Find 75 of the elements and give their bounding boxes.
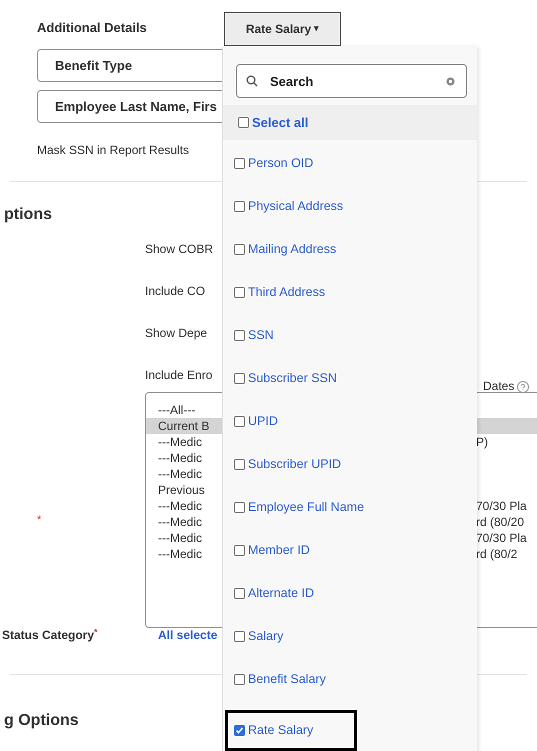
checkbox[interactable]: [234, 502, 245, 512]
option-row[interactable]: Benefit Salary: [225, 667, 357, 691]
option-label: Include CO: [145, 283, 206, 300]
link[interactable]: All selecte: [158, 626, 218, 644]
checkbox[interactable]: [234, 544, 245, 556]
checkbox[interactable]: [234, 725, 245, 736]
column-option[interactable]: SSN: [248, 326, 274, 344]
section-heading: g Options: [4, 711, 79, 731]
field-label: Mask SSN in Report Results: [37, 142, 190, 158]
checkbox[interactable]: [234, 588, 245, 598]
column-option[interactable]: Person OID: [248, 154, 314, 172]
option-row[interactable]: Third Address: [225, 280, 357, 304]
search-field[interactable]: Search: [236, 64, 467, 98]
checkbox[interactable]: [238, 117, 249, 128]
option-row[interactable]: Physical Address: [225, 194, 357, 218]
field-label: Dates: [483, 378, 514, 395]
search-icon: [246, 75, 258, 87]
option-row[interactable]: UPID: [225, 409, 357, 433]
list-option[interactable]: Current B: [158, 418, 222, 434]
column-option[interactable]: Employee Full Name: [248, 498, 364, 516]
list-option[interactable]: rd (80/2: [476, 546, 518, 562]
checkbox[interactable]: [234, 330, 245, 340]
option-row[interactable]: Mailing Address: [225, 237, 357, 261]
column-option[interactable]: Rate Salary: [248, 721, 314, 740]
checkbox[interactable]: [234, 286, 245, 298]
option-row[interactable]: Subscriber SSN: [225, 366, 357, 390]
option-row[interactable]: Rate Salary: [225, 710, 357, 751]
checkbox[interactable]: [234, 630, 245, 642]
help-icon[interactable]: [517, 380, 530, 392]
checkbox[interactable]: [234, 200, 245, 212]
checkbox[interactable]: [234, 372, 245, 384]
checkbox[interactable]: [234, 416, 245, 426]
section-label: Additional Details: [37, 19, 147, 37]
list-option[interactable]: ---Medic: [158, 514, 222, 530]
checkbox[interactable]: [234, 458, 245, 470]
list-option[interactable]: ---Medic: [158, 466, 222, 482]
option-label: Show COBR: [145, 241, 214, 258]
list-option[interactable]: ---Medic: [158, 498, 222, 514]
list-option[interactable]: ---Medic: [158, 546, 222, 562]
column-option[interactable]: UPID: [248, 412, 278, 430]
field-label: Status Category*: [2, 626, 99, 644]
list-option[interactable]: ---All---: [158, 402, 222, 418]
option-label: Include Enro: [145, 367, 212, 384]
column-option[interactable]: Member ID: [248, 540, 310, 560]
list-option[interactable]: P): [476, 434, 488, 450]
column-option[interactable]: Subscriber UPID: [248, 454, 342, 474]
dropdown-button[interactable]: Rate Salary ▾: [224, 12, 341, 46]
clear-icon[interactable]: [446, 77, 455, 86]
option-row[interactable]: SSN: [225, 323, 357, 347]
column-option[interactable]: Alternate ID: [248, 584, 314, 602]
list-option[interactable]: ---Medic: [158, 530, 222, 546]
caret-icon: ▾: [314, 22, 320, 36]
list-option[interactable]: Previous: [158, 482, 222, 498]
column-option[interactable]: Physical Address: [248, 196, 344, 216]
list-option[interactable]: ---Medic: [158, 450, 222, 466]
option-row[interactable]: Subscriber UPID: [225, 452, 357, 476]
checkbox[interactable]: [234, 244, 245, 254]
checkbox[interactable]: [234, 158, 245, 168]
option-row[interactable]: Person OID: [225, 151, 357, 175]
option-row[interactable]: Salary: [225, 624, 357, 648]
column-option[interactable]: Subscriber SSN: [248, 368, 337, 388]
column-option[interactable]: Third Address: [248, 282, 326, 302]
column-option[interactable]: Mailing Address: [248, 240, 336, 258]
column-option[interactable]: Benefit Salary: [248, 670, 326, 688]
section-heading: ptions: [4, 205, 52, 225]
list-option[interactable]: ---Medic: [158, 434, 222, 450]
required-mark: *: [37, 513, 42, 528]
list-option[interactable]: 70/30 Pla: [476, 530, 527, 546]
column-option[interactable]: Salary: [248, 626, 284, 646]
option-row[interactable]: Member ID: [225, 538, 357, 562]
option-label: Show Depe: [145, 325, 208, 342]
list-option[interactable]: rd (80/20: [476, 514, 524, 530]
checkbox[interactable]: [234, 674, 245, 684]
list-option[interactable]: 70/30 Pla: [476, 498, 527, 514]
option-row[interactable]: Alternate ID: [225, 581, 357, 605]
